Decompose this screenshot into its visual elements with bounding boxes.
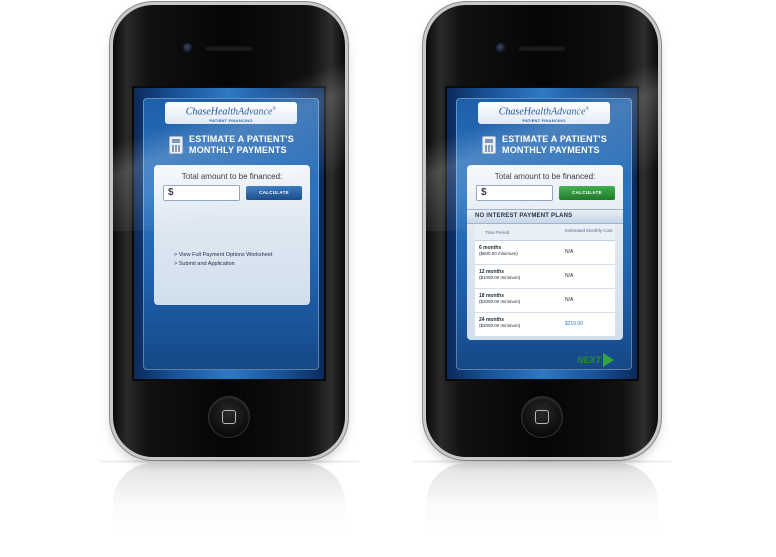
logo-tagline: PATIENT FINANCING xyxy=(209,118,253,124)
calculator-icon xyxy=(169,136,183,154)
plan-minimum: ($500.00 minimum) xyxy=(479,251,518,256)
app-panel: ChaseHealthAdvance® PATIENT FINANCING ES… xyxy=(456,98,632,370)
plan-minimum: ($3000.00 minimum) xyxy=(479,323,521,328)
title-line-1: ESTIMATE A PATIENT'S xyxy=(502,134,607,144)
plan-period-cell: 24 months ($3000.00 minimum) xyxy=(475,313,565,336)
home-button[interactable] xyxy=(522,397,562,437)
payment-plans-table: Time Period Estimated Monthly Cost 6 mon… xyxy=(475,224,615,337)
estimate-form-card: Total amount to be financed: $ CALCULATE… xyxy=(154,165,310,305)
phone-device-left: ChaseHealthAdvance® PATIENT FINANCING ES… xyxy=(113,5,345,457)
home-button[interactable] xyxy=(209,397,249,437)
plan-period-cell: 6 months ($500.00 minimum) xyxy=(475,241,565,264)
phone-reflection-right xyxy=(426,463,658,557)
logo-wordmark: ChaseHealthAdvance® xyxy=(185,106,277,118)
calculator-icon xyxy=(482,136,496,154)
link-view-worksheet[interactable]: > View Full Payment Options Worksheet xyxy=(174,251,272,260)
logo-wordmark: ChaseHealthAdvance® xyxy=(498,106,590,118)
phone-device-right: ChaseHealthAdvance® PATIENT FINANCING ES… xyxy=(426,5,658,457)
app-panel: ChaseHealthAdvance® PATIENT FINANCING ES… xyxy=(143,98,319,370)
link-submit-application[interactable]: > Submit and Application xyxy=(174,260,272,269)
plan-cost-cell: N/A xyxy=(565,249,574,255)
next-label: NEXT xyxy=(577,355,602,365)
calculate-button[interactable]: CALCULATE xyxy=(246,186,302,200)
table-row: 12 months ($1000.00 minimum) N/A xyxy=(475,265,615,289)
page-title: ESTIMATE A PATIENT'S MONTHLY PAYMENTS xyxy=(189,134,317,156)
earpiece-speaker xyxy=(205,45,253,51)
plan-minimum: ($1000.00 minimum) xyxy=(479,275,521,280)
amount-label: Total amount to be financed: xyxy=(181,172,283,181)
front-camera-icon xyxy=(496,43,506,53)
home-square-icon xyxy=(535,410,549,424)
logo-tagline: PATIENT FINANCING xyxy=(522,118,566,124)
brand-logo: ChaseHealthAdvance® PATIENT FINANCING xyxy=(165,102,297,124)
action-links: > View Full Payment Options Worksheet > … xyxy=(174,251,272,269)
column-header-time-period: Time Period xyxy=(485,230,510,235)
table-row: 6 months ($500.00 minimum) N/A xyxy=(475,241,615,265)
calculate-button[interactable]: CALCULATE xyxy=(559,186,615,200)
table-header-row: Time Period Estimated Monthly Cost xyxy=(475,224,615,241)
title-line-1: ESTIMATE A PATIENT'S xyxy=(189,134,294,144)
plan-cost-cell: N/A xyxy=(565,297,574,303)
plan-period-cell: 12 months ($1000.00 minimum) xyxy=(475,265,565,288)
dollar-sign: $ xyxy=(481,187,487,198)
phone-screen-right: ChaseHealthAdvance® PATIENT FINANCING ES… xyxy=(445,86,639,381)
phone-screen-left: ChaseHealthAdvance® PATIENT FINANCING ES… xyxy=(132,86,326,381)
amount-label: Total amount to be financed: xyxy=(494,172,596,181)
plan-minimum: ($2000.00 minimum) xyxy=(479,299,521,304)
plan-cost-cell: $210.00 xyxy=(565,321,584,327)
title-line-2: MONTHLY PAYMENTS xyxy=(502,145,600,155)
amount-input[interactable]: $ xyxy=(163,185,240,201)
estimate-form-card: Total amount to be financed: $ CALCULATE… xyxy=(467,165,623,340)
phone-reflection-left xyxy=(113,463,345,557)
plans-section-header: NO INTEREST PAYMENT PLANS xyxy=(467,209,623,224)
amount-input[interactable]: $ xyxy=(476,185,553,201)
table-row: 24 months ($3000.00 minimum) $210.00 xyxy=(475,313,615,337)
earpiece-speaker xyxy=(518,45,566,51)
arrow-right-icon xyxy=(603,353,615,367)
plan-period-cell: 18 months ($2000.00 minimum) xyxy=(475,289,565,312)
title-line-2: MONTHLY PAYMENTS xyxy=(189,145,287,155)
home-square-icon xyxy=(222,410,236,424)
plan-cost-cell: N/A xyxy=(565,273,574,279)
table-row: 18 months ($2000.00 minimum) N/A xyxy=(475,289,615,313)
front-camera-icon xyxy=(183,43,193,53)
page-title: ESTIMATE A PATIENT'S MONTHLY PAYMENTS xyxy=(502,134,630,156)
brand-logo: ChaseHealthAdvance® PATIENT FINANCING xyxy=(478,102,610,124)
next-button[interactable]: NEXT xyxy=(577,353,615,367)
dollar-sign: $ xyxy=(168,187,174,198)
column-header-monthly-cost: Estimated Monthly Cost xyxy=(565,228,613,233)
